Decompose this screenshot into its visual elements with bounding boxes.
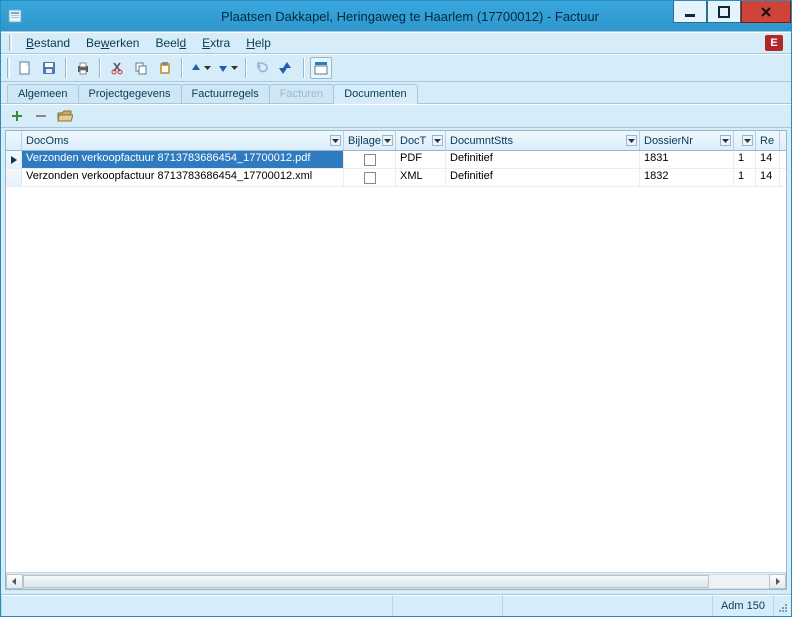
cell-bijlage — [344, 169, 396, 186]
status-left — [1, 595, 392, 616]
horizontal-scrollbar[interactable] — [6, 572, 786, 589]
status-adm: Adm 150 — [712, 595, 773, 616]
col-docoms[interactable]: DocOms — [22, 131, 344, 150]
row-indicator — [6, 169, 22, 186]
toolbar-grip[interactable] — [7, 58, 10, 78]
cell-documntstts: Definitief — [446, 151, 640, 168]
minimize-button[interactable] — [673, 1, 707, 23]
cell-bijlage — [344, 151, 396, 168]
cell-docoms: Verzonden verkoopfactuur 8713783686454_1… — [22, 169, 344, 186]
filter-icon[interactable] — [742, 135, 753, 146]
status-mid2 — [502, 595, 712, 616]
main-toolbar — [1, 54, 791, 82]
tabstrip: Algemeen Projectgegevens Factuurregels F… — [1, 82, 791, 104]
menu-help[interactable]: Help — [240, 34, 277, 52]
cut-button[interactable] — [106, 57, 128, 79]
filter-icon[interactable] — [432, 135, 443, 146]
menu-bestand[interactable]: Bestand — [20, 34, 76, 52]
col-extra[interactable] — [734, 131, 756, 150]
scroll-right-button[interactable] — [769, 574, 786, 589]
cell-dossiernr: 1832 — [640, 169, 734, 186]
menubar-grip[interactable] — [9, 35, 12, 51]
cell-doct: XML — [396, 169, 446, 186]
app-icon — [7, 8, 23, 24]
cell-extra: 1 — [734, 169, 756, 186]
col-doct[interactable]: DocT — [396, 131, 446, 150]
row-header-corner — [6, 131, 22, 150]
table-row[interactable]: Verzonden verkoopfactuur 8713783686454_1… — [6, 151, 786, 169]
col-docoms-label: DocOms — [26, 135, 69, 147]
menu-beeld[interactable]: Beeld — [149, 34, 192, 52]
grid-header: DocOms Bijlage DocT DocumntStts DossierN… — [6, 131, 786, 151]
menubar: Bestand Bewerken Beeld Extra Help E — [1, 32, 791, 54]
filter-icon[interactable] — [330, 135, 341, 146]
nav-up-dropdown[interactable] — [188, 57, 213, 79]
open-folder-button[interactable] — [55, 106, 75, 126]
tab-algemeen[interactable]: Algemeen — [7, 84, 79, 103]
cell-re: 14 — [756, 151, 780, 168]
statusbar: Adm 150 — [1, 594, 791, 616]
layout-button[interactable] — [310, 57, 332, 79]
row-indicator — [6, 151, 22, 168]
cell-doct: PDF — [396, 151, 446, 168]
col-bijlage-label: Bijlage — [348, 135, 381, 147]
col-dossiernr-label: DossierNr — [644, 135, 693, 147]
tab-facturen[interactable]: Facturen — [269, 84, 334, 103]
cell-extra: 1 — [734, 151, 756, 168]
paste-button[interactable] — [154, 57, 176, 79]
new-button[interactable] — [14, 57, 36, 79]
refresh-button[interactable] — [276, 57, 298, 79]
resize-grip[interactable] — [773, 595, 791, 616]
menu-bewerken[interactable]: Bewerken — [80, 34, 145, 52]
scroll-track[interactable] — [23, 574, 769, 589]
col-doct-label: DocT — [400, 135, 426, 147]
menu-bestand-label: estand — [34, 36, 70, 50]
brand-logo: E — [765, 35, 783, 51]
scroll-thumb[interactable] — [23, 575, 709, 588]
app-window: Plaatsen Dakkapel, Heringaweg te Haarlem… — [0, 0, 792, 617]
col-re[interactable]: Re — [756, 131, 780, 150]
status-mid1 — [392, 595, 502, 616]
table-row[interactable]: Verzonden verkoopfactuur 8713783686454_1… — [6, 169, 786, 187]
cell-re: 14 — [756, 169, 780, 186]
col-dossiernr[interactable]: DossierNr — [640, 131, 734, 150]
bijlage-checkbox[interactable] — [364, 154, 376, 166]
remove-button[interactable] — [31, 106, 51, 126]
save-button[interactable] — [38, 57, 60, 79]
print-button[interactable] — [72, 57, 94, 79]
documents-toolbar — [1, 104, 791, 128]
cell-dossiernr: 1831 — [640, 151, 734, 168]
cell-docoms: Verzonden verkoopfactuur 8713783686454_1… — [22, 151, 344, 168]
tab-documenten[interactable]: Documenten — [333, 84, 417, 104]
documents-grid: DocOms Bijlage DocT DocumntStts DossierN… — [5, 130, 787, 590]
scroll-left-button[interactable] — [6, 574, 23, 589]
grid-body[interactable]: Verzonden verkoopfactuur 8713783686454_1… — [6, 151, 786, 572]
filter-icon[interactable] — [382, 135, 393, 146]
tab-factuurregels[interactable]: Factuurregels — [181, 84, 270, 103]
close-button[interactable] — [741, 1, 791, 23]
col-bijlage[interactable]: Bijlage — [344, 131, 396, 150]
menu-extra[interactable]: Extra — [196, 34, 236, 52]
col-documntstts-label: DocumntStts — [450, 135, 513, 147]
filter-icon[interactable] — [720, 135, 731, 146]
col-documntstts[interactable]: DocumntStts — [446, 131, 640, 150]
filter-icon[interactable] — [626, 135, 637, 146]
copy-button[interactable] — [130, 57, 152, 79]
maximize-button[interactable] — [707, 1, 741, 23]
col-re-label: Re — [760, 135, 774, 147]
add-button[interactable] — [7, 106, 27, 126]
tab-projectgegevens[interactable]: Projectgegevens — [78, 84, 182, 103]
titlebar[interactable]: Plaatsen Dakkapel, Heringaweg te Haarlem… — [1, 1, 791, 31]
bijlage-checkbox[interactable] — [364, 172, 376, 184]
nav-down-dropdown[interactable] — [215, 57, 240, 79]
cell-documntstts: Definitief — [446, 169, 640, 186]
undo-button[interactable] — [252, 57, 274, 79]
